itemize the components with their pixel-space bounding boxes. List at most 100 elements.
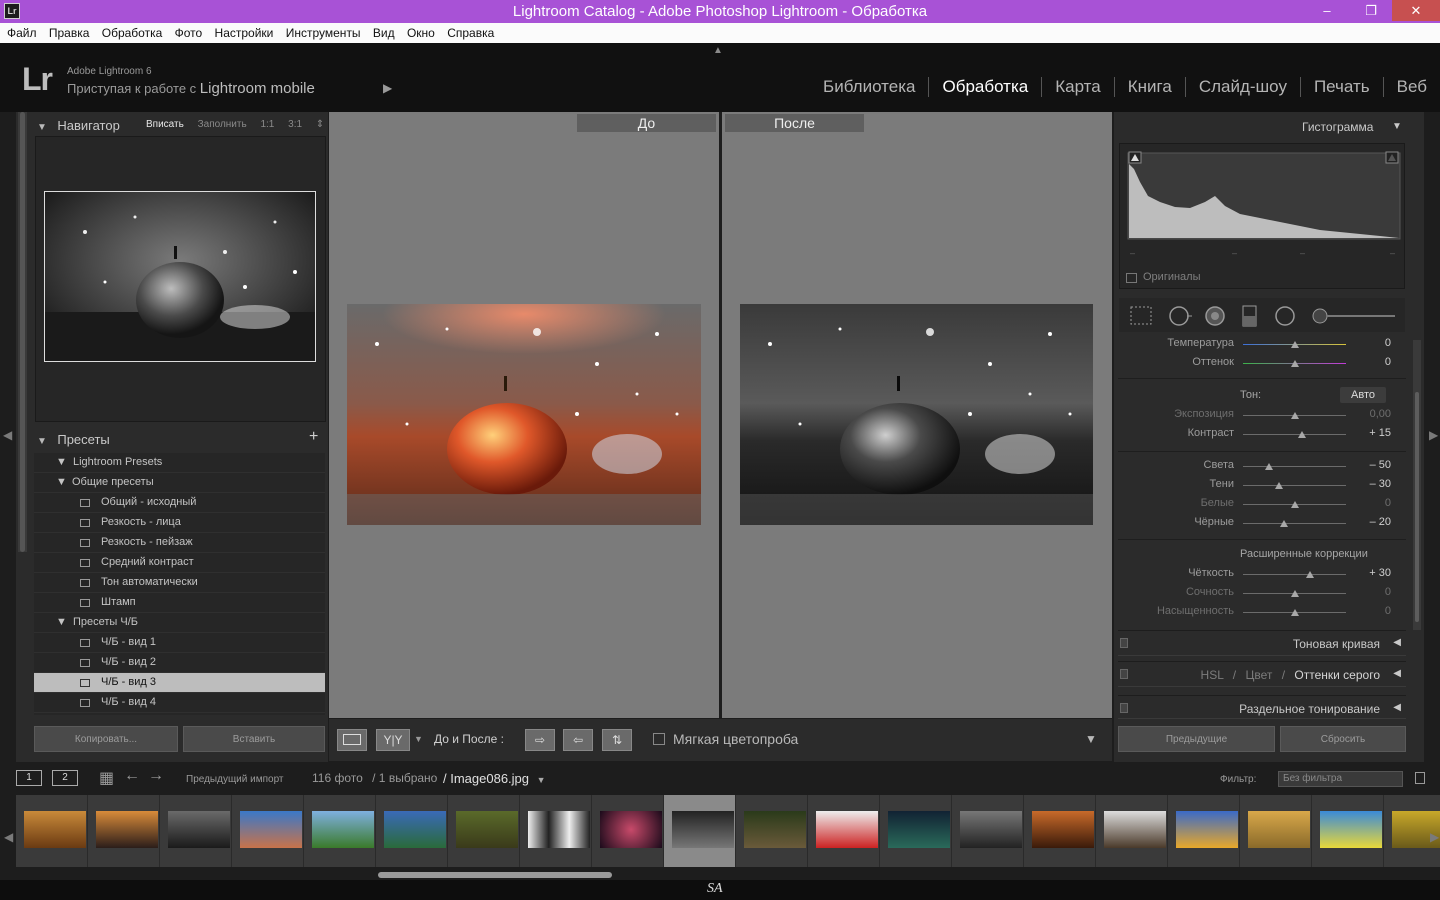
filmstrip-scrollbar[interactable] [378, 872, 612, 878]
menu-photo[interactable]: Фото [174, 23, 208, 43]
slider-handle[interactable] [1265, 463, 1273, 470]
preset-item-selected[interactable]: Ч/Б - вид 3 [34, 673, 325, 693]
filmstrip-thumbnail[interactable] [160, 795, 232, 867]
filmstrip-thumbnail[interactable] [880, 795, 952, 867]
menu-help[interactable]: Справка [446, 23, 499, 43]
main-screen-button[interactable]: 1 [16, 770, 42, 786]
module-print[interactable]: Печать [1299, 77, 1383, 97]
filmstrip-source[interactable]: Предыдущий импорт [186, 774, 284, 785]
adjustment-brush-icon[interactable] [1309, 302, 1401, 328]
back-arrow-icon[interactable]: ← [124, 767, 140, 785]
preset-item[interactable]: Средний контраст [34, 553, 325, 573]
filmstrip-thumbnail[interactable] [232, 795, 304, 867]
current-file-name[interactable]: / Image086.jpg ▼ [443, 771, 546, 786]
slider-track[interactable] [1243, 523, 1346, 524]
collapse-triangle-icon[interactable]: ▼ [37, 436, 47, 447]
slider-value[interactable]: 0 [1351, 337, 1391, 349]
filmstrip-thumbnail[interactable] [376, 795, 448, 867]
zoom-stepper-icon[interactable]: ⇕ [316, 119, 324, 130]
panel-toggle-switch[interactable] [1120, 703, 1128, 713]
preset-folder[interactable]: ▼ Lightroom Presets [34, 453, 325, 473]
slider-value[interactable]: – 20 [1351, 516, 1391, 528]
module-web[interactable]: Веб [1382, 77, 1440, 97]
secondary-screen-button[interactable]: 2 [52, 770, 78, 786]
slider-value[interactable]: – 30 [1351, 478, 1391, 490]
before-after-mode-button[interactable]: Y|Y [376, 729, 410, 751]
tab-hsl[interactable]: HSL [1201, 668, 1224, 682]
collapse-triangle-icon[interactable]: ▼ [37, 122, 47, 133]
show-originals-checkbox[interactable] [1126, 273, 1137, 283]
filmstrip-thumbnail[interactable] [88, 795, 160, 867]
crop-tool-icon[interactable] [1130, 302, 1154, 328]
after-image[interactable] [740, 304, 1094, 525]
left-panel-scrollbar[interactable] [18, 112, 27, 552]
filmstrip-thumbnail[interactable] [808, 795, 880, 867]
filmstrip-thumbnail-selected[interactable] [664, 795, 736, 867]
menu-settings[interactable]: Настройки [214, 23, 279, 43]
zoom-1-1[interactable]: 1:1 [260, 119, 274, 130]
filter-select[interactable]: Без фильтра [1278, 771, 1403, 787]
preset-item[interactable]: Ч/Б - вид 1 [34, 633, 325, 653]
histogram-title[interactable]: Гистограмма [1302, 120, 1373, 134]
paste-settings-button[interactable]: Вставить [183, 726, 325, 752]
filmstrip-scroll-left-icon[interactable]: ◀ [4, 830, 13, 844]
collapse-triangle-icon[interactable]: ▼ [1392, 121, 1402, 132]
before-image[interactable] [347, 304, 701, 525]
zoom-3-1[interactable]: 3:1 [288, 119, 302, 130]
identity-play-icon[interactable]: ▶ [383, 81, 392, 95]
radial-filter-icon[interactable] [1273, 302, 1297, 328]
spot-removal-icon[interactable] [1168, 302, 1194, 328]
filmstrip-thumbnail[interactable] [952, 795, 1024, 867]
maximize-button[interactable]: ❐ [1354, 0, 1388, 21]
soft-proof-checkbox[interactable] [653, 733, 665, 745]
loupe-view-icon[interactable] [337, 729, 367, 751]
swap-before-after-icon[interactable]: ⇅ [602, 729, 632, 751]
slider-track[interactable] [1243, 466, 1346, 467]
slider-value[interactable]: + 30 [1351, 567, 1391, 579]
zoom-fill[interactable]: Заполнить [198, 119, 247, 130]
dropdown-arrow-icon[interactable]: ▼ [414, 734, 423, 744]
module-develop[interactable]: Обработка [928, 77, 1041, 97]
left-panel-toggle-icon[interactable]: ◀ [3, 428, 12, 442]
split-toning-panel-header[interactable]: Раздельное тонирование ◀ [1118, 695, 1406, 719]
slider-value[interactable]: + 15 [1351, 427, 1391, 439]
menu-view[interactable]: Вид [372, 23, 400, 43]
filmstrip-thumbnail[interactable] [1240, 795, 1312, 867]
expand-triangle-icon[interactable]: ◀ [1393, 668, 1401, 679]
tone-curve-panel-header[interactable]: Тоновая кривая ◀ [1118, 630, 1406, 656]
slider-value[interactable]: 0 [1351, 586, 1391, 598]
right-panel-scrollbar[interactable] [1413, 340, 1421, 630]
navigator-preview[interactable] [44, 191, 316, 362]
slider-handle[interactable] [1275, 482, 1283, 489]
menu-develop[interactable]: Обработка [101, 23, 168, 43]
histogram[interactable]: – – – – [1119, 143, 1405, 289]
module-library[interactable]: Библиотека [810, 77, 928, 97]
slider-handle[interactable] [1291, 609, 1299, 616]
filmstrip-thumbnail[interactable] [304, 795, 376, 867]
slider-value[interactable]: 0 [1351, 497, 1391, 509]
preset-folder[interactable]: ▼ Общие пресеты [34, 473, 325, 493]
menu-tools[interactable]: Инструменты [285, 23, 366, 43]
menu-edit[interactable]: Правка [48, 23, 95, 43]
copy-settings-button[interactable]: Копировать... [34, 726, 178, 752]
slider-handle[interactable] [1291, 412, 1299, 419]
dropdown-arrow-icon[interactable]: ▼ [537, 775, 546, 785]
slider-handle[interactable] [1291, 360, 1299, 367]
slider-handle[interactable] [1280, 520, 1288, 527]
copy-before-to-after-icon[interactable]: ⇨ [525, 729, 555, 751]
copy-after-to-before-icon[interactable]: ⇦ [563, 729, 593, 751]
slider-value[interactable]: 0 [1351, 356, 1391, 368]
preset-item[interactable]: Резкость - пейзаж [34, 533, 325, 553]
toolbar-menu-icon[interactable]: ▼ [1085, 732, 1097, 746]
filter-lock-icon[interactable] [1415, 772, 1425, 784]
zoom-fit[interactable]: Вписать [146, 119, 184, 130]
preset-folder[interactable]: ▼ Пресеты Ч/Б [34, 613, 325, 633]
slider-track[interactable] [1243, 434, 1346, 435]
identity-line-2[interactable]: Приступая к работе с Lightroom mobile [67, 80, 315, 97]
slider-value[interactable]: – 50 [1351, 459, 1391, 471]
filmstrip-thumbnail[interactable] [520, 795, 592, 867]
top-panel-toggle-icon[interactable]: ▲ [713, 45, 723, 56]
filmstrip-thumbnail[interactable] [592, 795, 664, 867]
slider-handle[interactable] [1291, 341, 1299, 348]
hsl-panel-header[interactable]: HSL / Цвет / Оттенки серого ◀ [1118, 661, 1406, 687]
